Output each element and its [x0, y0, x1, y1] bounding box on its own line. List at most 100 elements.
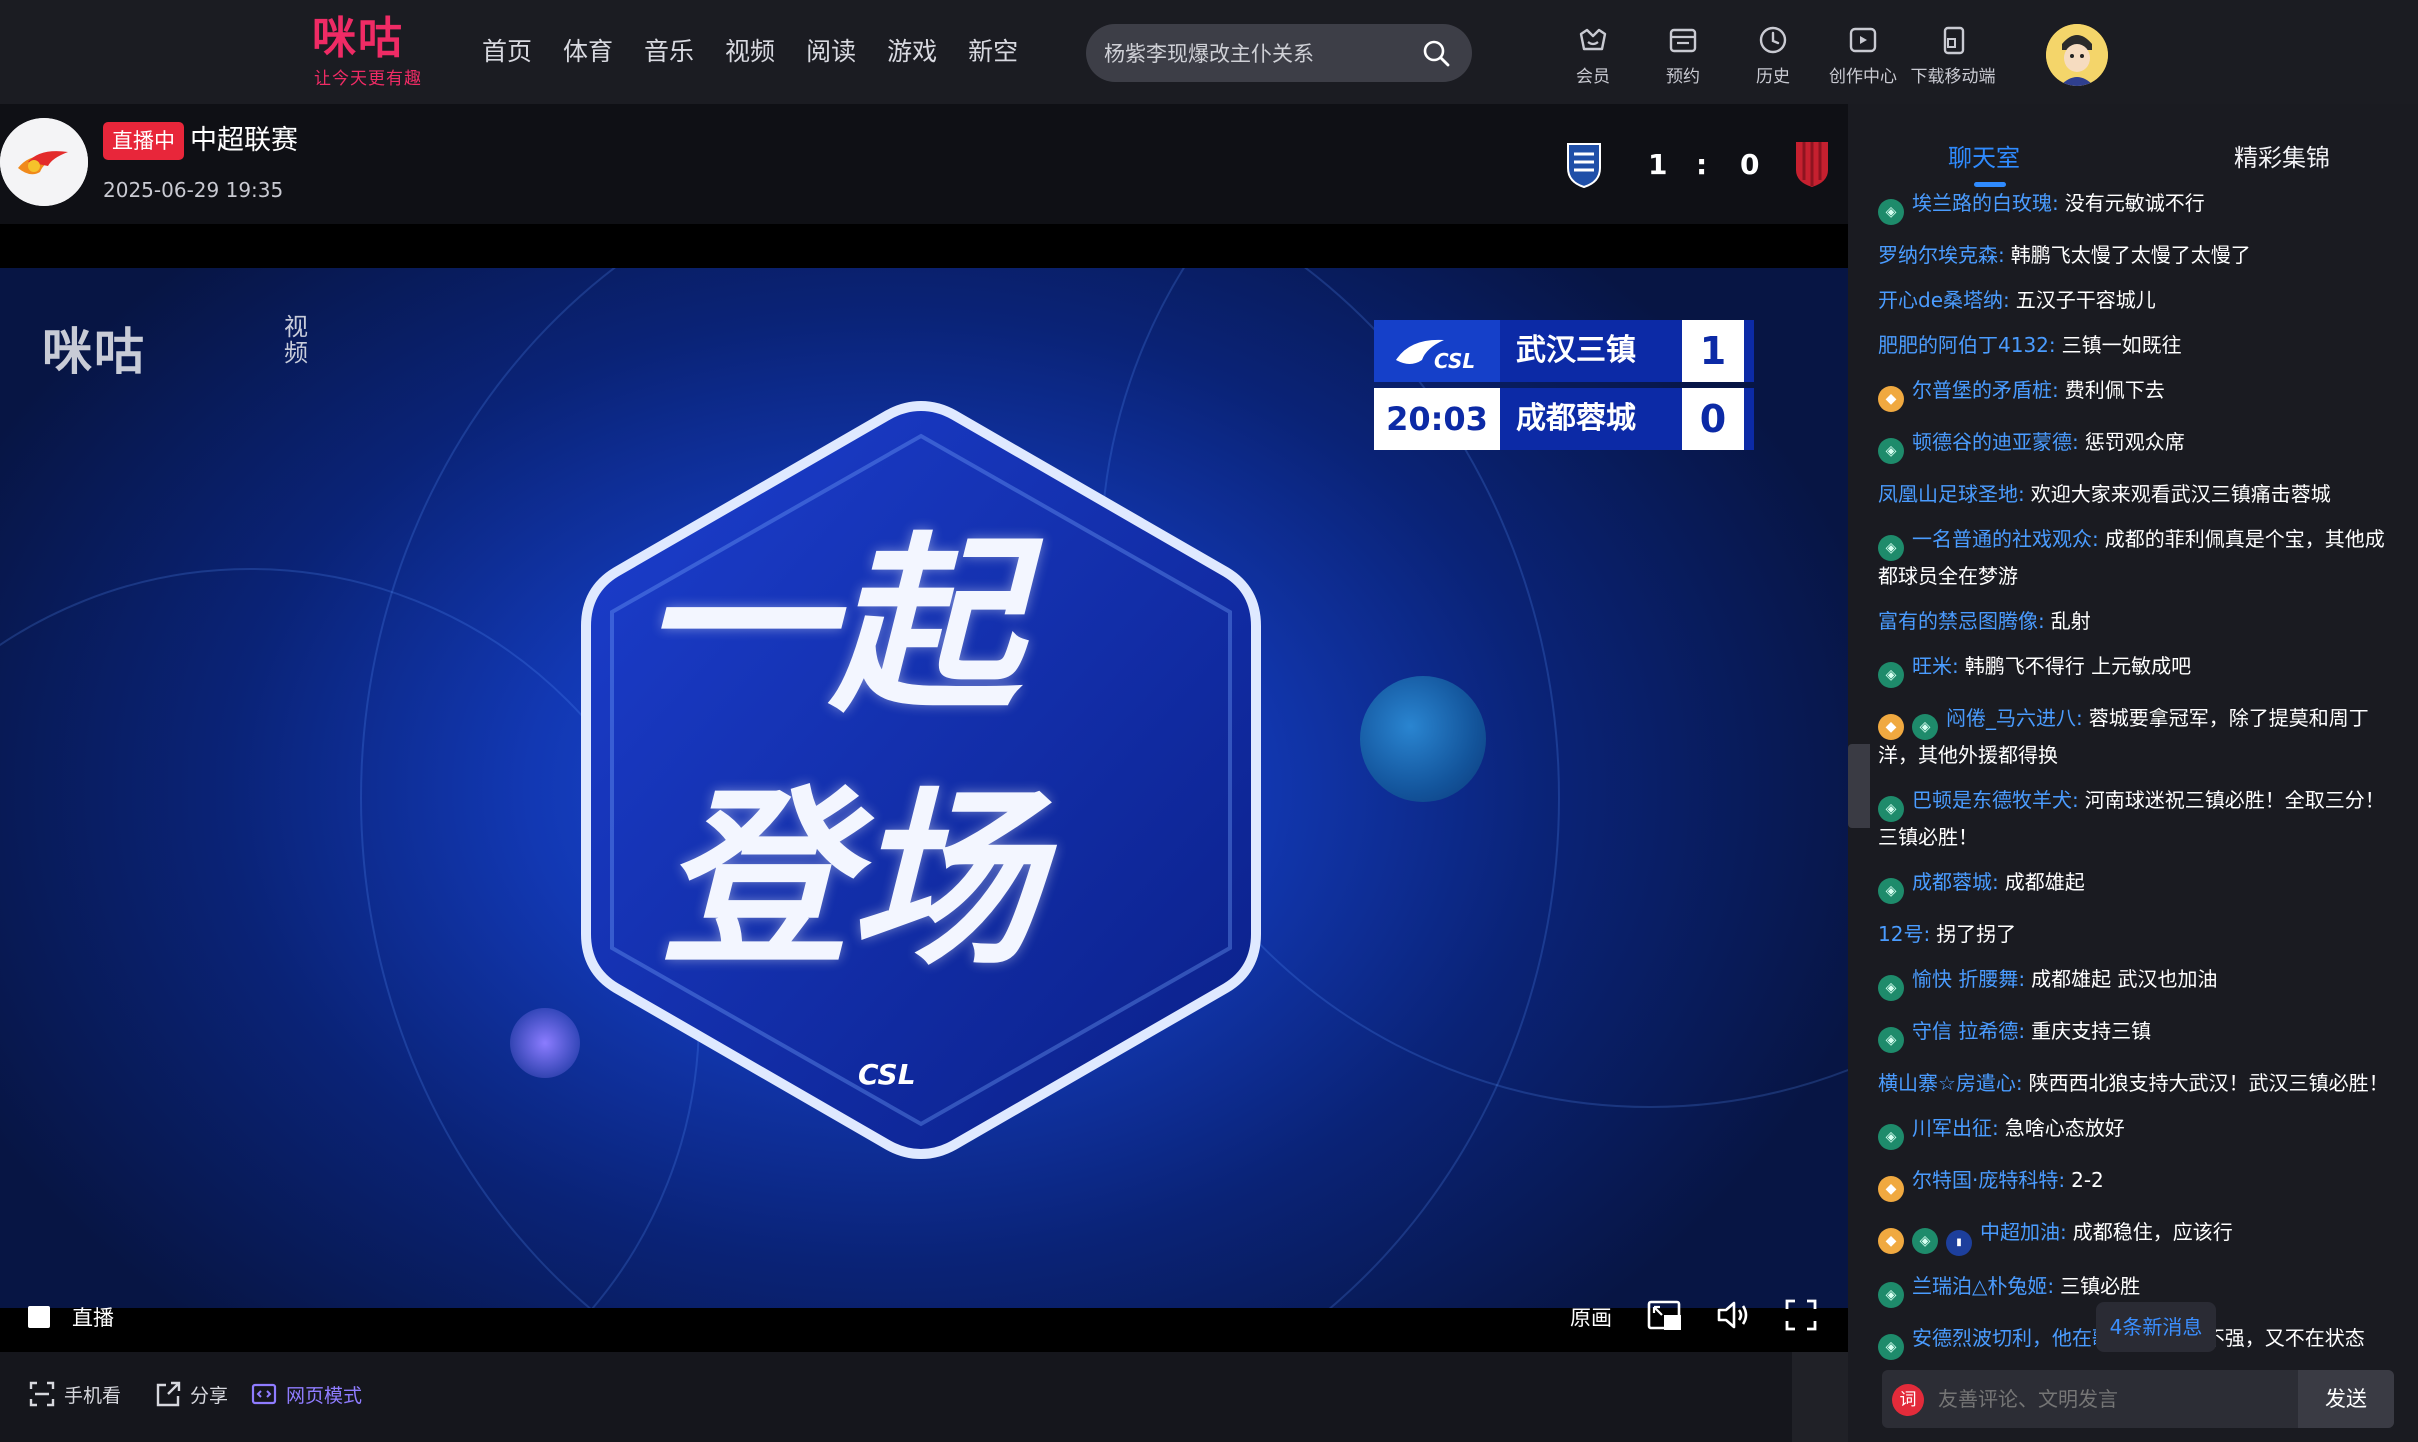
- chat-username[interactable]: 凤凰山足球圣地:: [1878, 482, 2025, 506]
- new-messages-button[interactable]: 4条新消息: [2096, 1302, 2216, 1352]
- tab-chatroom[interactable]: 聊天室: [1948, 138, 2020, 173]
- chat-username[interactable]: 成都蓉城:: [1912, 870, 1999, 894]
- phone-watch-button[interactable]: 手机看: [28, 1380, 121, 1408]
- chat-message: ◈ 愉快 折腰舞: 成都雄起 武汉也加油: [1878, 964, 2398, 1001]
- video-player[interactable]: 咪咕 视频 一起 登场 CSL CSL 20:03 武汉三镇 成都蓉城 1 0 …: [0, 224, 1848, 1352]
- creator-label: 创作中心: [1829, 67, 1897, 87]
- chat-username[interactable]: 旺米:: [1912, 654, 1959, 678]
- chat-username[interactable]: 闷倦_马六进八:: [1946, 706, 2083, 730]
- history-label: 历史: [1756, 67, 1790, 87]
- channel-logo[interactable]: [0, 118, 88, 206]
- gold-badge-icon: ◆: [1878, 1176, 1904, 1202]
- pip-icon[interactable]: [1646, 1296, 1684, 1334]
- tab-highlights[interactable]: 精彩集锦: [2234, 138, 2330, 173]
- chat-message: 罗纳尔埃克森: 韩鹏飞太慢了太慢了太慢了: [1878, 240, 2398, 270]
- nav-reading[interactable]: 阅读: [806, 34, 856, 70]
- migu-logo[interactable]: 咪咕 让今天更有趣: [312, 16, 440, 90]
- web-mode-button[interactable]: 网页模式: [250, 1380, 362, 1408]
- stop-button[interactable]: [28, 1306, 50, 1328]
- green-badge-icon: ◈: [1878, 1124, 1904, 1150]
- chat-message: ◈ 埃兰路的白玫瑰: 没有元敏诚不行: [1878, 188, 2398, 225]
- chengdu-team-crest-icon: [1796, 142, 1828, 187]
- chat-username[interactable]: 尔特国·庞特科特:: [1912, 1168, 2065, 1192]
- live-status-badge: 直播中: [103, 122, 184, 160]
- chat-text: 陕西西北狼支持大武汉！武汉三镇必胜！: [2028, 1071, 2389, 1095]
- video-watermark-sub: 视频: [284, 313, 308, 367]
- download-icon: [1943, 26, 1965, 55]
- panel-collapse-handle[interactable]: [1848, 744, 1870, 828]
- creator-button[interactable]: 创作中心: [1818, 22, 1908, 87]
- live-label: 直播: [72, 1306, 114, 1330]
- headline-line-1: 一起: [640, 514, 1021, 737]
- chat-text: 三镇必胜: [2060, 1274, 2141, 1298]
- chat-username[interactable]: 尔普堡的矛盾桩:: [1912, 378, 2059, 402]
- wuhan-team-crest-icon: [1567, 143, 1601, 188]
- chat-text: 费利佩下去: [2064, 378, 2165, 402]
- history-button[interactable]: 历史: [1728, 22, 1818, 87]
- chat-text: 2-2: [2071, 1168, 2104, 1192]
- volume-icon[interactable]: [1714, 1296, 1752, 1334]
- green-badge-icon: ◈: [1878, 535, 1904, 561]
- search-icon[interactable]: [1422, 39, 1450, 67]
- chat-username[interactable]: 12号:: [1878, 922, 1930, 946]
- video-frame[interactable]: 咪咕 视频 一起 登场 CSL CSL 20:03 武汉三镇 成都蓉城 1 0: [0, 268, 1848, 1308]
- chat-username[interactable]: 巴顿是东德牧羊犬:: [1912, 788, 2079, 812]
- nba-badge-icon: ▮: [1946, 1230, 1972, 1256]
- chat-text: 重庆支持三镇: [2031, 1019, 2152, 1043]
- chat-username[interactable]: 中超加油:: [1980, 1220, 2067, 1244]
- chat-username[interactable]: 罗纳尔埃克森:: [1878, 243, 2005, 267]
- chat-username[interactable]: 肥肥的阿伯丁4132:: [1878, 333, 2056, 357]
- share-button[interactable]: 分享: [154, 1380, 228, 1408]
- chat-username[interactable]: 富有的禁忌图腾像:: [1878, 609, 2045, 633]
- chat-text: 惩罚观众席: [2084, 430, 2185, 454]
- nav-video[interactable]: 视频: [725, 34, 775, 70]
- chat-message-list[interactable]: ◈ 埃兰路的白玫瑰: 没有元敏诚不行罗纳尔埃克森: 韩鹏飞太慢了太慢了太慢了开心de桑…: [1878, 188, 2398, 1368]
- chat-text: 急啥心态放好: [2004, 1116, 2125, 1140]
- chat-message: ◈ 成都蓉城: 成都雄起: [1878, 867, 2398, 904]
- chat-username[interactable]: 愉快 折腰舞:: [1912, 967, 2025, 991]
- green-badge-icon: ◈: [1878, 438, 1904, 464]
- nav-home[interactable]: 首页: [482, 34, 532, 70]
- green-badge-icon: ◈: [1878, 975, 1904, 1001]
- web-mode-icon: [251, 1383, 277, 1405]
- bottom-right-block: [1792, 1352, 1848, 1442]
- reserve-label: 预约: [1666, 67, 1700, 87]
- chat-panel: 聊天室 精彩集锦 ◈ 埃兰路的白玫瑰: 没有元敏诚不行罗纳尔埃克森: 韩鹏飞太慢了太慢…: [1848, 104, 2418, 1442]
- nav-xinkong[interactable]: 新空: [968, 34, 1018, 70]
- search-input[interactable]: [1104, 24, 1404, 82]
- download-button[interactable]: 下载移动端: [1908, 22, 1998, 87]
- fullscreen-icon[interactable]: [1782, 1296, 1820, 1334]
- nav-games[interactable]: 游戏: [887, 34, 937, 70]
- chat-username[interactable]: 一名普通的社戏观众:: [1912, 527, 2099, 551]
- chat-username[interactable]: 横山寨☆房遣心:: [1878, 1071, 2023, 1095]
- chat-username[interactable]: 守信 拉希德:: [1912, 1019, 2025, 1043]
- nav-sports[interactable]: 体育: [563, 34, 613, 70]
- vip-button[interactable]: 会员: [1548, 22, 1638, 87]
- chat-username[interactable]: 开心de桑塔纳:: [1878, 288, 2010, 312]
- nav-music[interactable]: 音乐: [644, 34, 694, 70]
- score-separator: :: [1696, 148, 1708, 181]
- chat-username[interactable]: 顿德谷的迪亚蒙德:: [1912, 430, 2079, 454]
- reserve-button[interactable]: 预约: [1638, 22, 1728, 87]
- chat-message: ◈ 巴顿是东德牧羊犬: 河南球迷祝三镇必胜！全取三分！三镇必胜！: [1878, 785, 2398, 852]
- word-button[interactable]: 词: [1892, 1384, 1924, 1416]
- chat-text: 成都稳住，应该行: [2072, 1220, 2233, 1244]
- chat-username[interactable]: 埃兰路的白玫瑰:: [1912, 191, 2059, 215]
- gold-badge-icon: ◆: [1878, 1228, 1904, 1254]
- creator-icon: [1849, 27, 1877, 53]
- scoreboard-overlay: CSL 20:03 武汉三镇 成都蓉城 1 0: [1374, 320, 1754, 452]
- chat-input[interactable]: [1938, 1370, 2278, 1428]
- chat-username[interactable]: 兰瑞泊△朴兔姬:: [1912, 1274, 2054, 1298]
- chat-text: 乱射: [2050, 609, 2091, 633]
- main-nav: 首页 体育 音乐 视频 阅读 游戏 新空: [482, 34, 1049, 70]
- send-button[interactable]: 发送: [2298, 1370, 2394, 1428]
- match-datetime: 2025-06-29 19:35: [103, 178, 284, 202]
- chat-message: ◆ ◈ 闷倦_马六进八: 蓉城要拿冠军，除了提莫和周丁洋，其他外援都得换: [1878, 703, 2398, 770]
- chat-message: 富有的禁忌图腾像: 乱射: [1878, 606, 2398, 636]
- chat-username[interactable]: 安德烈波切利，他在歌:: [1912, 1326, 2119, 1350]
- quality-selector[interactable]: 原画: [1570, 1302, 1612, 1332]
- calendar-icon: [1669, 28, 1697, 53]
- player-controls: 直播 原画: [0, 1280, 1848, 1352]
- user-avatar[interactable]: [2046, 24, 2108, 86]
- chat-username[interactable]: 川军出征:: [1912, 1116, 1999, 1140]
